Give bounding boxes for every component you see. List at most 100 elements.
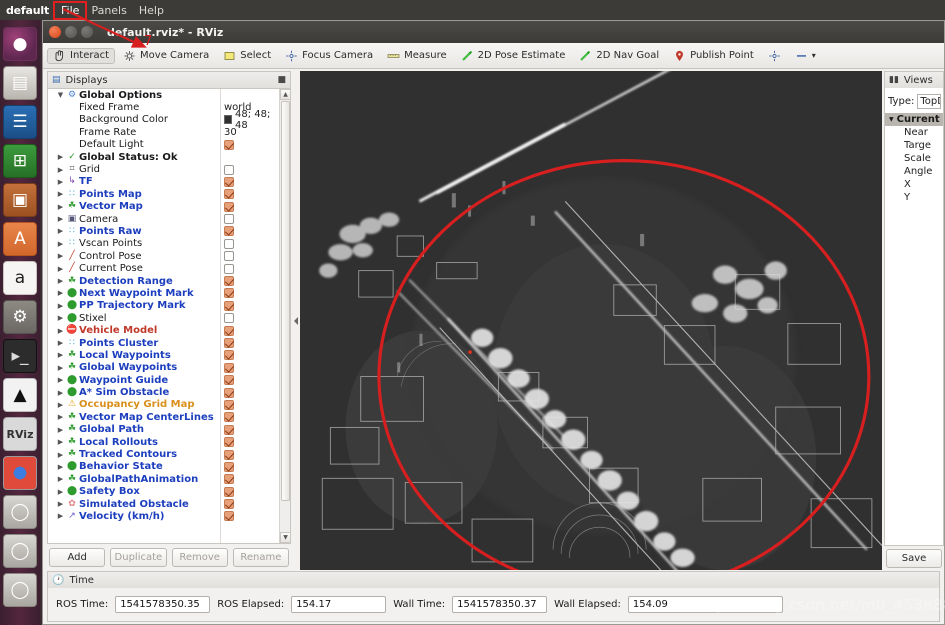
tree-expand-arrow[interactable]: ▶ bbox=[56, 475, 65, 483]
display-enabled-checkbox[interactable] bbox=[224, 486, 234, 497]
tool-2d-nav-goal[interactable]: 2D Nav Goal bbox=[573, 48, 665, 64]
tree-expand-arrow[interactable]: ▶ bbox=[56, 289, 65, 297]
disk-volume-icon-3[interactable]: ◯ bbox=[3, 573, 37, 607]
display-enabled-checkbox[interactable] bbox=[224, 139, 234, 150]
display-row-global-waypoints[interactable]: ▶ ☘ Global Waypoints bbox=[48, 362, 279, 374]
display-row-vector-map-centerlines[interactable]: ▶ ☘ Vector Map CenterLines bbox=[48, 411, 279, 423]
display-row-value[interactable] bbox=[224, 313, 234, 324]
views-row-y[interactable]: Y bbox=[885, 191, 943, 204]
libreoffice-writer-icon[interactable]: ☰ bbox=[3, 105, 37, 139]
files-icon[interactable]: ▤ bbox=[3, 66, 37, 100]
display-enabled-checkbox[interactable] bbox=[224, 437, 234, 448]
tool-move-camera[interactable]: Move Camera bbox=[117, 48, 215, 64]
tool-measure[interactable]: Measure bbox=[381, 48, 453, 64]
display-enabled-checkbox[interactable] bbox=[224, 214, 234, 225]
display-row-value[interactable] bbox=[224, 412, 234, 423]
display-row-value[interactable] bbox=[224, 437, 234, 448]
display-row-value[interactable] bbox=[224, 486, 234, 497]
tree-expand-arrow[interactable]: ▶ bbox=[56, 277, 65, 285]
tree-expand-arrow[interactable]: ▶ bbox=[56, 252, 65, 260]
display-row-value[interactable] bbox=[224, 399, 234, 410]
display-row-behavior-state[interactable]: ▶ ⬤ Behavior State bbox=[48, 461, 279, 473]
ubuntu-software-icon[interactable]: A bbox=[3, 222, 37, 256]
libreoffice-calc-icon[interactable]: ⊞ bbox=[3, 144, 37, 178]
display-row-value[interactable] bbox=[224, 424, 234, 435]
display-row-next-waypoint-mark[interactable]: ▶ ⬤ Next Waypoint Mark bbox=[48, 287, 279, 299]
tree-expand-arrow[interactable]: ▶ bbox=[56, 500, 65, 508]
display-row-detection-range[interactable]: ▶ ☘ Detection Range bbox=[48, 275, 279, 287]
display-enabled-checkbox[interactable] bbox=[224, 387, 234, 398]
display-row-value[interactable] bbox=[224, 375, 234, 386]
menu-help[interactable]: Help bbox=[133, 3, 170, 18]
views-expand-arrow[interactable]: ▼ bbox=[889, 116, 894, 123]
display-row-points-map[interactable]: ▶ ∷ Points Map bbox=[48, 188, 279, 200]
display-row-vscan-points[interactable]: ▶ ∷ Vscan Points bbox=[48, 238, 279, 250]
display-row-simulated-obstacle[interactable]: ▶ ✿ Simulated Obstacle bbox=[48, 498, 279, 510]
views-type-select[interactable]: TopD bbox=[917, 94, 941, 109]
display-row-camera[interactable]: ▶ ▣ Camera bbox=[48, 213, 279, 225]
display-row-grid[interactable]: ▶ ⌗ Grid bbox=[48, 163, 279, 175]
display-enabled-checkbox[interactable] bbox=[224, 511, 234, 522]
display-row-value[interactable] bbox=[224, 276, 234, 287]
display-row-velocity-km-h-[interactable]: ▶ ↗ Velocity (km/h) bbox=[48, 510, 279, 522]
display-row-global-options[interactable]: ▼ ⚙ Global Options bbox=[48, 89, 279, 101]
window-minimize-button[interactable] bbox=[65, 26, 77, 38]
display-enabled-checkbox[interactable] bbox=[224, 362, 234, 373]
display-row-value[interactable] bbox=[224, 449, 234, 460]
display-row-global-status-ok[interactable]: ▶ ✓ Global Status: Ok bbox=[48, 151, 279, 163]
display-row-pp-trajectory-mark[interactable]: ▶ ⬤ PP Trajectory Mark bbox=[48, 300, 279, 312]
tree-expand-arrow[interactable]: ▶ bbox=[56, 401, 65, 409]
display-enabled-checkbox[interactable] bbox=[224, 164, 234, 175]
terminal-icon[interactable]: ▸_ bbox=[3, 339, 37, 373]
tree-expand-arrow[interactable]: ▶ bbox=[56, 327, 65, 335]
display-row-local-rollouts[interactable]: ▶ ☘ Local Rollouts bbox=[48, 436, 279, 448]
display-row-value[interactable] bbox=[224, 499, 234, 510]
window-close-button[interactable] bbox=[49, 26, 61, 38]
views-row-scale[interactable]: Scale bbox=[885, 152, 943, 165]
tree-expand-arrow[interactable]: ▶ bbox=[56, 240, 65, 248]
display-row-value[interactable] bbox=[224, 511, 234, 522]
color-swatch[interactable] bbox=[224, 115, 232, 125]
display-row-occupancy-grid-map[interactable]: ▶ ⚠ Occupancy Grid Map bbox=[48, 399, 279, 411]
display-row-global-path[interactable]: ▶ ☘ Global Path bbox=[48, 424, 279, 436]
add-display-button[interactable]: Add bbox=[49, 547, 106, 567]
display-row-a-sim-obstacle[interactable]: ▶ ⬤ A* Sim Obstacle bbox=[48, 386, 279, 398]
tree-expand-arrow[interactable]: ▶ bbox=[56, 314, 65, 322]
display-row-value[interactable] bbox=[224, 325, 234, 336]
views-row-current[interactable]: ▼ Current bbox=[885, 113, 943, 126]
display-enabled-checkbox[interactable] bbox=[224, 189, 234, 200]
display-row-points-raw[interactable]: ▶ ∷ Points Raw bbox=[48, 225, 279, 237]
display-row-stixel[interactable]: ▶ ⬤ Stixel bbox=[48, 312, 279, 324]
scrollbar-down-arrow[interactable]: ▼ bbox=[280, 532, 291, 543]
tree-expand-arrow[interactable]: ▶ bbox=[56, 339, 65, 347]
tree-expand-arrow[interactable]: ▶ bbox=[56, 438, 65, 446]
display-row-waypoint-guide[interactable]: ▶ ⬤ Waypoint Guide bbox=[48, 374, 279, 386]
tree-expand-arrow[interactable]: ▶ bbox=[56, 389, 65, 397]
tree-expand-arrow[interactable]: ▶ bbox=[56, 512, 65, 520]
display-enabled-checkbox[interactable] bbox=[224, 251, 234, 262]
tool-publish-point[interactable]: Publish Point bbox=[667, 48, 760, 64]
display-enabled-checkbox[interactable] bbox=[224, 313, 234, 324]
display-row-safety-box[interactable]: ▶ ⬤ Safety Box bbox=[48, 486, 279, 498]
displays-tree[interactable]: ▼ ⚙ Global Options Fixed Frame world Backgrou… bbox=[48, 89, 279, 543]
display-enabled-checkbox[interactable] bbox=[224, 288, 234, 299]
display-row-current-pose[interactable]: ▶ ╱ Current Pose bbox=[48, 262, 279, 274]
tree-expand-arrow[interactable]: ▶ bbox=[56, 153, 65, 161]
display-enabled-checkbox[interactable] bbox=[224, 499, 234, 510]
display-enabled-checkbox[interactable] bbox=[224, 276, 234, 287]
time-input-ros-time-[interactable]: 1541578350.35 bbox=[115, 596, 211, 613]
display-row-default-light[interactable]: Default Light bbox=[48, 139, 279, 151]
scrollbar-thumb[interactable] bbox=[281, 101, 290, 501]
views-row-angle[interactable]: Angle bbox=[885, 165, 943, 178]
display-row-value[interactable] bbox=[224, 300, 234, 311]
display-enabled-checkbox[interactable] bbox=[224, 412, 234, 423]
display-row-value[interactable] bbox=[224, 461, 234, 472]
autoware-icon[interactable]: ▲ bbox=[3, 378, 37, 412]
display-row-vector-map[interactable]: ▶ ☘ Vector Map bbox=[48, 201, 279, 213]
tool-interact[interactable]: Interact bbox=[47, 47, 116, 64]
display-row-local-waypoints[interactable]: ▶ ☘ Local Waypoints bbox=[48, 349, 279, 361]
views-row-targe[interactable]: Targe bbox=[885, 139, 943, 152]
save-view-button[interactable]: Save bbox=[886, 548, 942, 568]
views-tree[interactable]: ▼ Current Near Targe Scale Angle X Y bbox=[885, 113, 943, 204]
display-enabled-checkbox[interactable] bbox=[224, 176, 234, 187]
